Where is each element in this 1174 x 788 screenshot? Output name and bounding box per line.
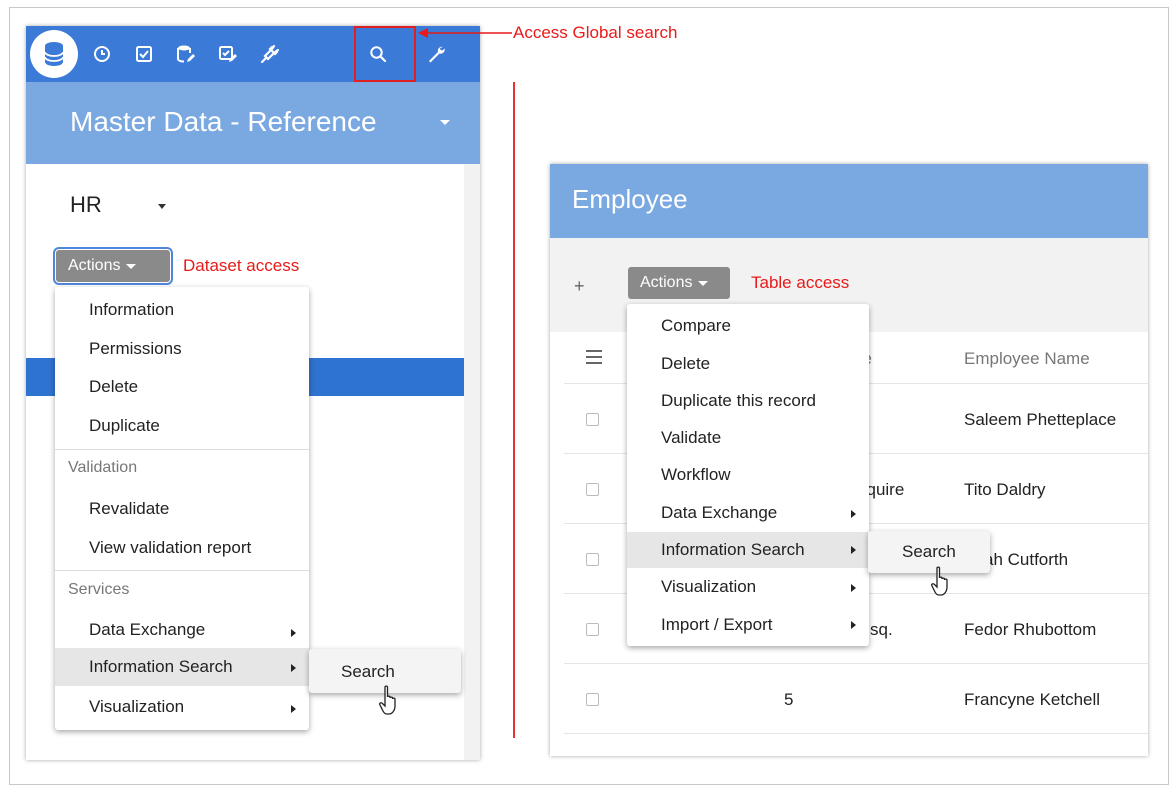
menu-item-compare[interactable]: Compare (627, 316, 869, 336)
table-actions-menu: Compare Delete Duplicate this record Val… (627, 304, 869, 646)
actions-label: Actions (640, 274, 693, 291)
cell-employee-name: Saleem Phetteplace (964, 410, 1117, 429)
row-checkbox[interactable] (586, 553, 599, 566)
menu-item-delete[interactable]: Delete (55, 377, 309, 397)
menu-item-visualization[interactable]: Visualization (55, 697, 309, 717)
wrench-icon[interactable] (420, 38, 452, 70)
menu-item-permissions[interactable]: Permissions (55, 339, 309, 359)
submenu-arrow-icon (291, 629, 296, 637)
database-icon[interactable] (30, 30, 78, 78)
annotation-global-search: Access Global search (513, 23, 678, 42)
menu-header-services: Services (68, 581, 130, 598)
menu-item-import-export[interactable]: Import / Export (627, 615, 869, 635)
menu-divider (55, 570, 309, 571)
menu-item-view-validation-report[interactable]: View validation report (55, 538, 309, 558)
row-checkbox[interactable] (586, 693, 599, 706)
submenu-arrow-icon (851, 621, 856, 629)
column-header-employee-name[interactable]: Employee Name (964, 349, 1090, 369)
clock-icon[interactable] (86, 38, 118, 70)
submenu-arrow-icon (851, 510, 856, 518)
caret-down-icon (126, 263, 137, 269)
row-checkbox[interactable] (586, 483, 599, 496)
table-row[interactable]: 5 Francyne Ketchell (564, 664, 1148, 734)
menu-item-revalidate[interactable]: Revalidate (55, 499, 309, 519)
submenu-arrow-icon (291, 664, 296, 672)
table-header-bar: Employee (550, 164, 1148, 238)
search-highlight-box (354, 26, 416, 82)
database-edit-icon[interactable] (170, 38, 202, 70)
table-actions-button[interactable]: Actions (628, 267, 730, 299)
cell-employee-name: Fedor Rhubottom (964, 620, 1097, 639)
arrow-icon (418, 28, 512, 38)
menu-item-duplicate[interactable]: Duplicate (55, 416, 309, 436)
cell-title: sq. (870, 620, 893, 639)
actions-label: Actions (68, 257, 121, 274)
check-square-icon[interactable] (128, 38, 160, 70)
information-search-submenu: Search (868, 531, 990, 573)
dataset-dropdown-icon[interactable] (158, 204, 166, 209)
cell-title: 5 (784, 690, 794, 709)
submenu-item-search[interactable]: Search (309, 662, 461, 682)
add-record-button[interactable]: + (574, 276, 585, 297)
dataset-actions-menu: Information Permissions Delete Duplicate… (55, 287, 309, 730)
section-divider (513, 82, 515, 738)
menu-item-information-search: Information Search (89, 657, 233, 676)
chevron-down-icon[interactable] (440, 120, 450, 125)
hand-cursor-icon (379, 685, 396, 715)
menu-divider (55, 449, 309, 450)
plug-icon[interactable] (254, 38, 286, 70)
check-edit-icon[interactable] (212, 38, 244, 70)
menu-item-information-search: Information Search (661, 540, 805, 559)
menu-item-information-search-row[interactable]: Information Search (627, 532, 869, 568)
annotation-table-access: Table access (751, 273, 850, 292)
row-checkbox[interactable] (586, 413, 599, 426)
menu-item-duplicate-record[interactable]: Duplicate this record (627, 391, 869, 411)
menu-header-validation: Validation (68, 459, 138, 476)
submenu-arrow-icon (291, 705, 296, 713)
menu-icon[interactable] (586, 350, 602, 364)
caret-down-icon (698, 280, 709, 286)
cell-employee-name: ah Cutforth (984, 550, 1069, 569)
menu-item-data-exchange[interactable]: Data Exchange (627, 503, 869, 523)
dataset-name[interactable]: HR (70, 192, 102, 218)
menu-item-validate[interactable]: Validate (627, 428, 869, 448)
menu-item-visualization[interactable]: Visualization (627, 577, 869, 597)
scrollbar-track[interactable] (464, 164, 480, 760)
menu-item-delete[interactable]: Delete (627, 354, 869, 374)
table-title: Employee (572, 184, 688, 214)
dataset-actions-button[interactable]: Actions (53, 247, 173, 285)
annotation-dataset-access: Dataset access (183, 256, 300, 275)
menu-item-data-exchange[interactable]: Data Exchange (55, 620, 309, 640)
menu-item-workflow[interactable]: Workflow (627, 465, 869, 485)
row-checkbox[interactable] (586, 623, 599, 636)
menu-item-information[interactable]: Information (55, 300, 309, 320)
panel-title-bar[interactable]: Master Data - Reference (26, 82, 480, 164)
cell-employee-name: Tito Daldry (964, 480, 1046, 499)
submenu-arrow-icon (851, 546, 856, 554)
submenu-arrow-icon (851, 584, 856, 592)
cell-employee-name: Francyne Ketchell (964, 690, 1101, 709)
submenu-item-search[interactable]: Search (868, 542, 990, 562)
menu-item-information-search-row[interactable]: Information Search (55, 648, 309, 686)
hand-cursor-icon (931, 566, 948, 596)
panel-title: Master Data - Reference (70, 106, 377, 137)
